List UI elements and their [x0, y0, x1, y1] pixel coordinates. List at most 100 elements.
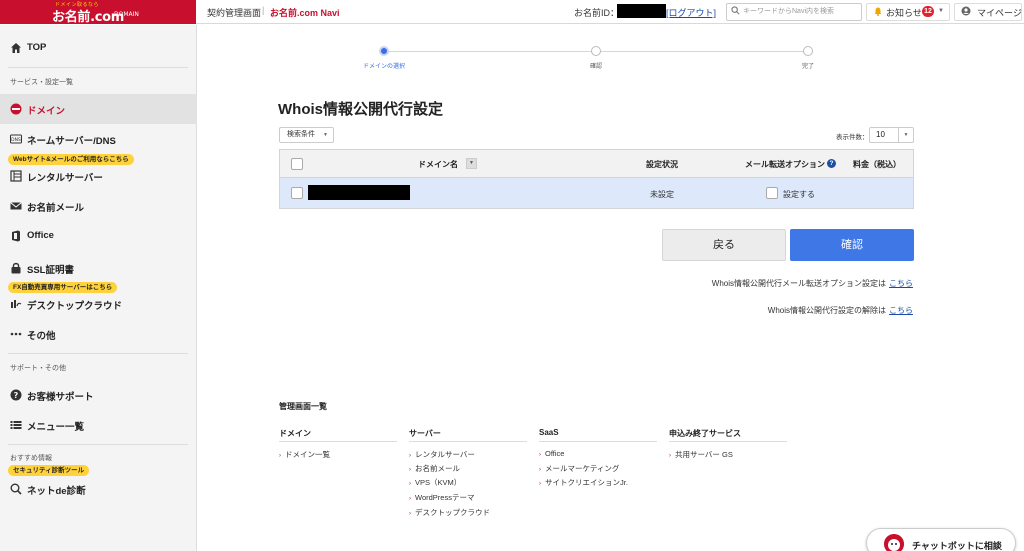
page-title: Whois情報公開代行設定: [278, 101, 443, 118]
step-label-confirm: 確認: [589, 64, 603, 70]
home-icon: [11, 43, 21, 53]
confirm-button[interactable]: 確認: [790, 229, 914, 261]
footer-link-wordpress-theme[interactable]: › WordPressテーマ: [409, 492, 474, 503]
sidebar-divider: [8, 353, 188, 354]
sidebar-item-label: Office: [27, 230, 54, 241]
navi-label[interactable]: お名前.com Navi: [270, 6, 340, 19]
footer-col-ended-services: 申込み終了サービス: [669, 429, 741, 438]
footer-nav-heading: 管理画面一覧: [279, 402, 327, 411]
magnifier-icon: [10, 483, 22, 495]
per-page-label: 表示件数：: [836, 134, 869, 141]
sidebar-item-ssl[interactable]: SSL証明書: [0, 253, 197, 283]
sidebar-section-services: サービス・設定一覧: [10, 79, 73, 86]
dns-icon: DNS: [10, 134, 22, 144]
column-header-status: 設定状況: [646, 160, 678, 169]
sidebar-item-desktop-cloud[interactable]: デスクトップクラウド: [0, 289, 197, 319]
chevron-down-icon: ▼: [323, 132, 328, 138]
sidebar-section-recommend: おすすめ情報: [10, 455, 52, 462]
sidebar-item-label: デスクトップクラウド: [27, 301, 123, 312]
sidebar-item-mail[interactable]: お名前メール: [0, 191, 197, 221]
logout-link[interactable]: [ログアウト]: [666, 6, 716, 19]
onamae-logo[interactable]: ドメイン取るなら お名前.com DOMAIN: [0, 0, 196, 25]
sidebar-item-label: メニュー一覧: [27, 422, 85, 433]
footer-link-mail[interactable]: › お名前メール: [409, 463, 460, 474]
footer-col-domain: ドメイン: [279, 429, 311, 438]
mypage-label: マイページ: [977, 8, 1022, 18]
back-button[interactable]: 戻る: [662, 229, 786, 261]
domain-name-redacted: [308, 185, 410, 200]
table-header-row: ドメイン名 ▼ 設定状況 メール転送オプション ? 料金（税込）: [280, 150, 913, 178]
sidebar-item-label: レンタルサーバー: [27, 173, 103, 184]
server-icon: [10, 170, 22, 182]
footer-link-site-creation[interactable]: › サイトクリエイションJr.: [539, 477, 628, 488]
footer-col-divider: [409, 441, 527, 442]
footer-link-domain-list[interactable]: › ドメイン一覧: [279, 449, 330, 460]
table-row: 未設定 設定する: [280, 178, 913, 208]
sidebar-divider: [8, 67, 188, 68]
sidebar-item-label: その他: [27, 331, 56, 342]
user-id-redacted: [617, 4, 666, 18]
step-label-complete: 完了: [801, 64, 815, 70]
svg-text:DNS: DNS: [11, 137, 21, 143]
chevron-down-icon: ▼: [898, 128, 913, 142]
sidebar-item-net-diag[interactable]: ネットde診断: [0, 474, 197, 504]
navi-search-input[interactable]: キーワードからNavi内を検索: [726, 3, 862, 21]
help-icon[interactable]: ?: [827, 159, 836, 168]
sidebar-item-support[interactable]: ? お客様サポート: [0, 380, 197, 410]
mail-forward-link[interactable]: こちら: [889, 278, 913, 289]
footer-link-vps[interactable]: › VPS（KVM）: [409, 477, 461, 488]
chatbot-avatar-icon: [884, 534, 904, 551]
sidebar-item-label: SSL証明書: [27, 265, 74, 276]
mail-icon: [10, 202, 22, 210]
contract-management-label: 契約管理画面: [207, 8, 262, 18]
footer-link-shared-server-gs[interactable]: › 共用サーバー GS: [669, 449, 733, 460]
sidebar-item-domain[interactable]: ドメイン: [0, 94, 197, 124]
footer-link-mail-marketing[interactable]: › メールマーケティング: [539, 463, 619, 474]
header-separator: |: [262, 5, 265, 15]
footer-link-rental-server[interactable]: › レンタルサーバー: [409, 449, 475, 460]
notice-label: お知らせ: [886, 8, 922, 18]
sidebar-item-menu-list[interactable]: メニュー一覧: [0, 410, 197, 440]
search-icon: [731, 6, 740, 15]
row-checkbox[interactable]: [291, 187, 303, 199]
sidebar: TOP サービス・設定一覧 ドメイン DNS ネームサーバー/DNS Webサイ…: [0, 25, 197, 551]
lock-icon: [11, 262, 21, 274]
list-icon: [10, 421, 22, 429]
cancel-setting-link[interactable]: こちら: [889, 305, 913, 316]
footer-col-saas: SaaS: [539, 428, 559, 437]
step-dot: [803, 46, 813, 56]
stepper-line: [384, 51, 596, 52]
support-icon: ?: [10, 389, 22, 401]
chatbot-label: チャットボットに相談: [912, 541, 1002, 551]
sort-icon[interactable]: ▼: [466, 158, 477, 169]
domain-table: ドメイン名 ▼ 設定状況 メール転送オプション ? 料金（税込） 未設定 設定す…: [279, 149, 914, 209]
chevron-down-icon: ▼: [938, 8, 944, 14]
sidebar-item-rental-server[interactable]: レンタルサーバー: [0, 161, 197, 191]
sidebar-item-label: お名前メール: [27, 203, 85, 214]
footer-link-desktop-cloud[interactable]: › デスクトップクラウド: [409, 507, 490, 518]
step-label-select-domain: ドメインの選択: [362, 64, 406, 70]
user-icon: [961, 6, 971, 16]
footer-link-office[interactable]: › Office: [539, 449, 564, 458]
select-all-checkbox[interactable]: [291, 158, 303, 170]
bell-icon: [874, 7, 882, 16]
footer-col-server: サーバー: [409, 429, 441, 438]
sidebar-item-ns-dns[interactable]: DNS ネームサーバー/DNS: [0, 124, 197, 154]
sidebar-section-support: サポート・その他: [10, 365, 66, 372]
sidebar-item-label: TOP: [27, 42, 47, 53]
footer-col-divider: [539, 441, 657, 442]
step-dot-active: [379, 46, 389, 56]
sidebar-item-other[interactable]: その他: [0, 319, 197, 349]
cancel-setting-note: Whois情報公開代行設定の解除は: [767, 306, 886, 315]
sidebar-item-office[interactable]: Office: [0, 221, 197, 251]
mail-option-checkbox[interactable]: [766, 187, 778, 199]
svg-text:?: ?: [14, 391, 19, 400]
mail-forward-note: Whois情報公開代行メール転送オプション設定は: [711, 279, 886, 288]
sidebar-item-label: お客様サポート: [27, 392, 94, 403]
logo-domain-text: DOMAIN: [114, 11, 139, 18]
desktop-cloud-icon: [11, 300, 22, 308]
footer-col-divider: [279, 441, 397, 442]
sidebar-item-top[interactable]: TOP: [0, 33, 197, 63]
stepper-line: [596, 51, 808, 52]
sidebar-item-label: ネームサーバー/DNS: [27, 136, 116, 147]
